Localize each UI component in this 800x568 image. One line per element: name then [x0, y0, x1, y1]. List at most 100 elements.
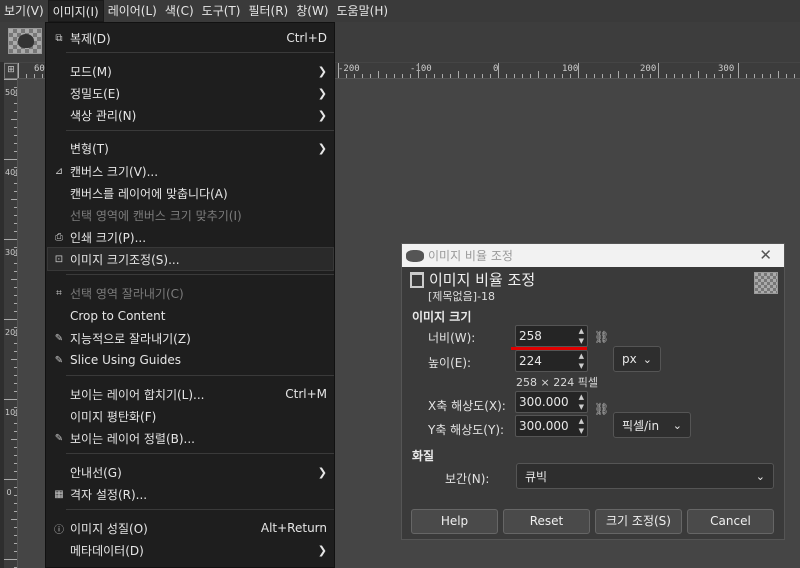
vertical-ruler[interactable]: 500 400 300 200 100 0 [4, 79, 18, 568]
close-icon[interactable]: ✕ [759, 246, 772, 264]
xres-spinbox[interactable]: 300.000 ▲ ▼ [515, 391, 588, 413]
menu-colors[interactable]: 색(C) [161, 0, 198, 22]
chain-link-icon[interactable]: ⛓ [594, 330, 609, 370]
ruler-tick [698, 71, 699, 78]
menu-item-label: 인쇄 크기(P)... [70, 230, 147, 245]
wilber-icon [18, 34, 34, 48]
menu-item-color-management[interactable]: 색상 관리(N) ❯ [48, 104, 333, 126]
ruler-tick [11, 519, 17, 520]
menu-item-label: 이미지 평탄화(F) [70, 409, 157, 424]
spin-down-icon[interactable]: ▼ [579, 403, 584, 411]
ruler-tick [4, 159, 17, 160]
ruler-tick [34, 74, 35, 78]
ruler-tick [14, 207, 17, 208]
cancel-button[interactable]: Cancel [687, 509, 774, 534]
ruler-corner-button[interactable]: ⊞ [4, 63, 18, 79]
menu-separator [66, 130, 334, 131]
ruler-tick [14, 511, 17, 512]
spin-up-icon[interactable]: ▲ [579, 352, 584, 360]
ruler-tick [14, 127, 17, 128]
help-button[interactable]: Help [411, 509, 498, 534]
interpolation-select[interactable]: 큐빅 ⌄ [516, 463, 774, 489]
height-spinbox[interactable]: 224 ▲ ▼ [515, 350, 588, 372]
image-menu-dropdown: ⧉ 복제(D) Ctrl+D 모드(M) ❯ 정밀도(E) ❯ 색상 관리(N)… [45, 22, 335, 568]
ruler-tick [514, 74, 515, 78]
spin-down-icon[interactable]: ▼ [579, 427, 584, 435]
menu-windows[interactable]: 창(W) [292, 0, 332, 22]
menu-item-flatten[interactable]: 이미지 평탄화(F) [48, 405, 333, 427]
ruler-tick [14, 111, 17, 112]
menu-layer[interactable]: 레이어(L) [104, 0, 161, 22]
ruler-tick [530, 74, 531, 78]
yres-spinbox[interactable]: 300.000 ▲ ▼ [515, 415, 588, 437]
menu-filters[interactable]: 필터(R) [244, 0, 292, 22]
chevron-down-icon: ⌄ [642, 352, 652, 366]
menu-item-mode[interactable]: 모드(M) ❯ [48, 60, 333, 82]
ruler-tick [562, 74, 563, 78]
ruler-tick [14, 103, 17, 104]
menu-view[interactable]: 보기(V) [0, 0, 48, 22]
dialog-window-title: 이미지 비율 조정 [428, 249, 513, 263]
spin-up-icon[interactable]: ▲ [579, 393, 584, 401]
menu-separator [66, 274, 334, 275]
unit-select[interactable]: px ⌄ [613, 346, 661, 372]
ruler-tick [14, 383, 17, 384]
menu-item-scale-image[interactable]: ⊡ 이미지 크기조정(S)... [47, 247, 334, 271]
width-spinbox[interactable]: 258 ▲ ▼ [515, 325, 588, 347]
menu-tools[interactable]: 도구(T) [198, 0, 245, 22]
ruler-tick [450, 74, 451, 78]
menu-item-fit-canvas-layers[interactable]: 캔버스를 레이어에 맞춥니다(A) [48, 182, 333, 204]
menu-image[interactable]: 이미지(I) [47, 0, 104, 22]
resolution-unit-value: 픽셀/in [622, 418, 660, 433]
menu-item-label: Slice Using Guides [70, 353, 181, 367]
menu-item-transform[interactable]: 변형(T) ❯ [48, 137, 333, 159]
dialog-titlebar[interactable]: 이미지 비율 조정 ✕ [402, 244, 784, 267]
xres-value: 300.000 [519, 395, 569, 409]
ruler-tick [778, 71, 779, 78]
menu-item-shortcut: Ctrl+M [285, 387, 327, 401]
ruler-tick [746, 74, 747, 78]
menu-separator [66, 52, 334, 53]
ruler-tick [714, 74, 715, 78]
menu-item-print-size[interactable]: ⎙ 인쇄 크기(P)... [48, 226, 333, 248]
wilber-icon [406, 249, 424, 262]
spin-down-icon[interactable]: ▼ [579, 337, 584, 345]
ruler-tick [14, 263, 17, 264]
resolution-unit-select[interactable]: 픽셀/in ⌄ [613, 412, 691, 438]
ruler-tick [14, 223, 17, 224]
duplicate-icon: ⧉ [55, 32, 63, 44]
chain-link-icon[interactable]: ⛓ [594, 402, 609, 432]
menu-item-guides[interactable]: 안내선(G) ❯ [48, 461, 333, 483]
ruler-tick [794, 74, 795, 78]
menu-item-properties[interactable]: ⓘ 이미지 성질(O) Alt+Return [48, 517, 333, 539]
spin-up-icon[interactable]: ▲ [579, 417, 584, 425]
scale-button[interactable]: 크기 조정(S) [595, 509, 682, 534]
grid-icon: ▦ [54, 488, 64, 500]
menu-item-slice-guides[interactable]: ✎ Slice Using Guides [48, 349, 333, 371]
menu-separator [66, 509, 334, 510]
menu-help[interactable]: 도움말(H) [333, 0, 393, 22]
chevron-down-icon: ⌄ [755, 469, 765, 483]
menu-item-crop-content[interactable]: Crop to Content [48, 305, 333, 327]
chevron-down-icon: ⌄ [672, 418, 682, 432]
menu-item-precision[interactable]: 정밀도(E) ❯ [48, 82, 333, 104]
menu-item-label: 모드(M) [70, 64, 112, 79]
menu-item-canvas-size[interactable]: ⊿ 캔버스 크기(V)... [48, 160, 333, 182]
menu-item-grid[interactable]: ▦ 격자 설정(R)... [48, 483, 333, 505]
image-tab-thumbnail[interactable] [8, 28, 42, 54]
ruler-tick [14, 95, 17, 96]
menu-item-merge-visible[interactable]: 보이는 레이어 합치기(L)... Ctrl+M [48, 383, 333, 405]
spin-up-icon[interactable]: ▲ [579, 327, 584, 335]
reset-button[interactable]: Reset [503, 509, 590, 534]
ruler-tick [14, 215, 17, 216]
image-size-section: 이미지 크기 [412, 310, 472, 324]
ruler-tick [474, 74, 475, 78]
image-preview-icon [754, 272, 778, 294]
menu-item-duplicate[interactable]: ⧉ 복제(D) Ctrl+D [48, 27, 333, 49]
menu-item-align-layers[interactable]: ✎ 보이는 레이어 정렬(B)... [48, 427, 333, 449]
menu-item-label: 정밀도(E) [70, 86, 121, 101]
spin-down-icon[interactable]: ▼ [579, 362, 584, 370]
menu-item-metadata[interactable]: 메타데이터(D) ❯ [48, 539, 333, 561]
menu-item-zealous-crop[interactable]: ✎ 지능적으로 잘라내기(Z) [48, 327, 333, 349]
ruler-tick [722, 74, 723, 78]
